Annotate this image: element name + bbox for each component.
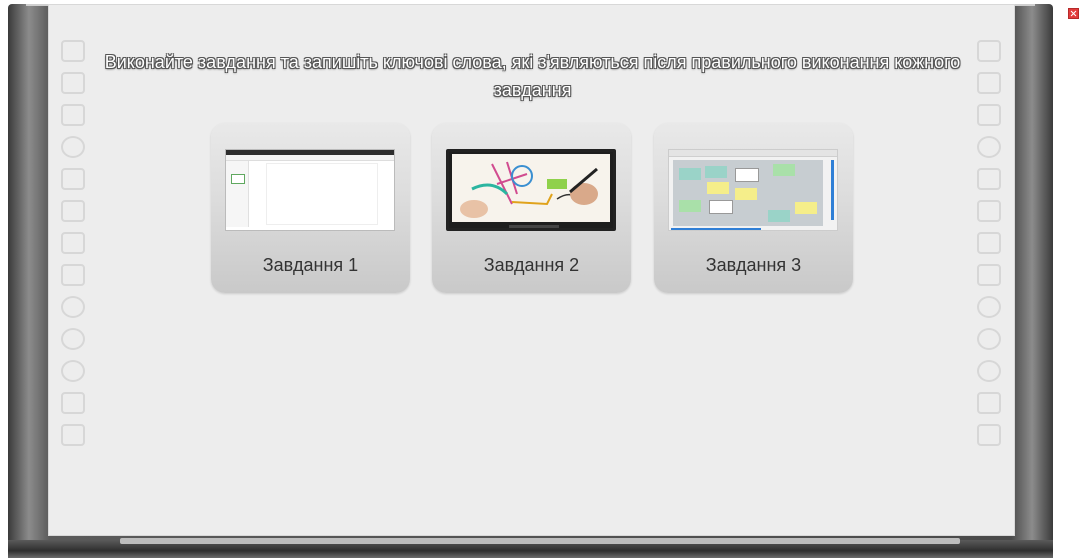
eraser-icon xyxy=(977,328,1001,350)
task-label: Завдання 3 xyxy=(705,255,802,275)
task-card-1[interactable]: Завдання 1 xyxy=(211,123,410,293)
eraser-icon xyxy=(61,328,85,350)
fullscreen-icon[interactable] xyxy=(1068,8,1079,19)
curve-icon xyxy=(61,360,85,382)
task-card-3[interactable]: Завдання 3 xyxy=(654,123,853,293)
grid-icon xyxy=(977,424,1001,446)
circle-icon xyxy=(977,136,1001,158)
sticky-notes-board-thumbnail xyxy=(668,149,838,231)
lasso-icon xyxy=(61,296,85,318)
task-card-2[interactable]: Завдання 2 xyxy=(432,123,631,293)
hand-icon xyxy=(977,392,1001,414)
line-icon xyxy=(61,264,85,286)
page-icon xyxy=(977,104,1001,126)
page-icon xyxy=(977,168,1001,190)
task-label: Завдання 1 xyxy=(262,255,359,275)
text-tool-icon xyxy=(61,200,85,222)
text-tool-icon xyxy=(977,200,1001,222)
curve-icon xyxy=(977,360,1001,382)
page-icon xyxy=(61,168,85,190)
circle-icon xyxy=(61,136,85,158)
hand-icon xyxy=(61,392,85,414)
lasso-icon xyxy=(977,296,1001,318)
page-icon xyxy=(61,104,85,126)
task-label: Завдання 2 xyxy=(483,255,580,275)
blank-editor-thumbnail xyxy=(225,149,395,231)
grid-icon xyxy=(61,424,85,446)
interactive-display-photo xyxy=(446,149,616,231)
whiteboard-tray xyxy=(120,538,960,544)
pen-icon xyxy=(61,232,85,254)
instruction-text: Виконайте завдання та запишіть ключові с… xyxy=(104,52,961,100)
line-icon xyxy=(977,264,1001,286)
pen-icon xyxy=(977,232,1001,254)
